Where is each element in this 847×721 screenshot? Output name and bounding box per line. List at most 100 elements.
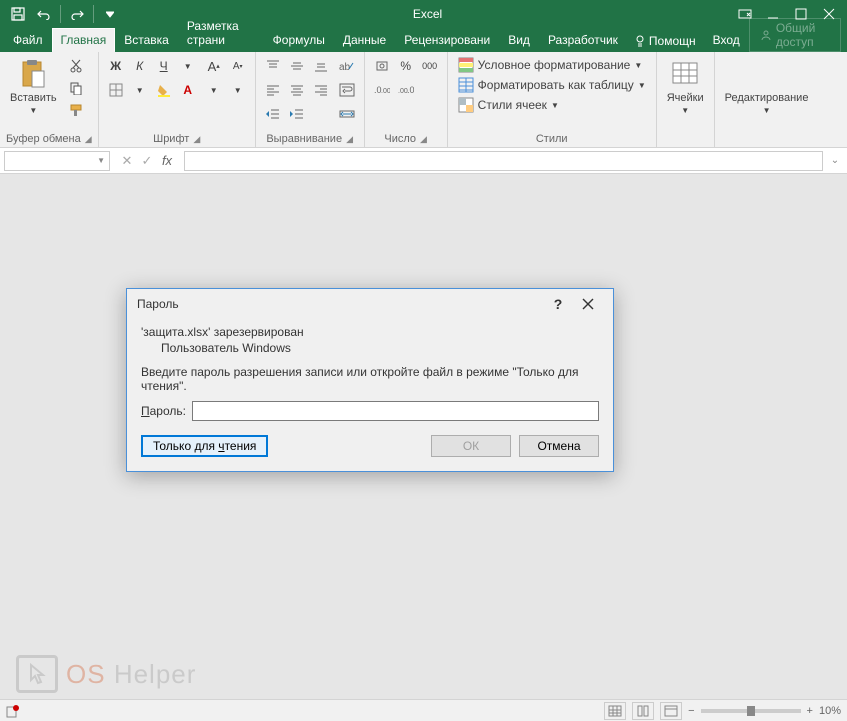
insert-function-button[interactable]: fx: [158, 153, 176, 169]
decrease-decimal-icon[interactable]: .00.0: [395, 80, 417, 100]
save-icon[interactable]: [6, 2, 30, 26]
watermark-os: OS: [66, 659, 106, 689]
align-center-icon[interactable]: [286, 80, 308, 100]
font-color-icon[interactable]: A: [177, 80, 199, 100]
format-as-table-button[interactable]: Форматировать как таблицу ▼: [454, 76, 650, 94]
record-macro-icon[interactable]: [6, 704, 20, 718]
increase-indent-icon[interactable]: [286, 104, 308, 124]
paste-label: Вставить: [10, 92, 57, 104]
zoom-slider[interactable]: [701, 709, 801, 713]
zoom-out-icon[interactable]: −: [688, 705, 694, 717]
tab-home[interactable]: Главная: [52, 28, 116, 52]
align-top-icon[interactable]: [262, 56, 284, 76]
enter-formula-icon[interactable]: ✓: [138, 153, 156, 169]
merge-icon[interactable]: [336, 104, 358, 124]
cancel-formula-icon[interactable]: ✕: [118, 153, 136, 169]
group-cells: Ячейки ▼: [657, 52, 715, 147]
comma-style-button[interactable]: 000: [419, 56, 441, 76]
chevron-down-icon: ▼: [634, 61, 642, 70]
cells-button[interactable]: Ячейки ▼: [663, 56, 708, 117]
page-layout-view-icon[interactable]: [632, 702, 654, 720]
align-left-icon[interactable]: [262, 80, 284, 100]
group-styles-label: Стили: [536, 133, 568, 145]
increase-font-icon[interactable]: A▴: [203, 56, 225, 76]
help-button[interactable]: ?: [543, 292, 573, 316]
chevron-down-icon[interactable]: ▼: [203, 80, 225, 100]
tab-developer[interactable]: Разработчик: [539, 28, 627, 52]
normal-view-icon[interactable]: [604, 702, 626, 720]
sign-in[interactable]: Вход: [704, 28, 749, 52]
dialog-launcher-icon[interactable]: ◢: [85, 134, 92, 145]
dialog-launcher-icon[interactable]: ◢: [420, 134, 427, 145]
underline-button[interactable]: Ч: [153, 56, 175, 76]
format-painter-icon[interactable]: [65, 100, 87, 120]
table-icon: [458, 77, 474, 93]
close-icon[interactable]: [573, 292, 603, 316]
align-middle-icon[interactable]: [286, 56, 308, 76]
group-styles: Условное форматирование ▼ Форматировать …: [448, 52, 657, 147]
cursor-icon: [16, 655, 58, 693]
zoom-level[interactable]: 10%: [819, 705, 841, 717]
paste-button[interactable]: Вставить ▼: [6, 56, 61, 117]
tab-insert[interactable]: Вставка: [115, 28, 178, 52]
bold-button[interactable]: Ж: [105, 56, 127, 76]
chevron-down-icon[interactable]: ▼: [129, 80, 151, 100]
currency-icon[interactable]: [371, 56, 393, 76]
password-input[interactable]: [192, 401, 599, 421]
redo-icon[interactable]: [65, 2, 89, 26]
align-bottom-icon[interactable]: [310, 56, 332, 76]
password-dialog: Пароль ? 'защита.xlsx' зарезервирован По…: [126, 288, 614, 472]
copy-icon[interactable]: [65, 78, 87, 98]
group-clipboard-label: Буфер обмена: [6, 133, 81, 145]
zoom-in-icon[interactable]: +: [807, 705, 813, 717]
chevron-down-icon[interactable]: ▼: [177, 56, 199, 76]
name-box[interactable]: ▼: [4, 151, 110, 171]
cell-styles-label: Стили ячеек: [478, 98, 547, 112]
cell-styles-button[interactable]: Стили ячеек ▼: [454, 96, 650, 114]
conditional-formatting-label: Условное форматирование: [478, 58, 631, 72]
ribbon: Вставить ▼ Буфер обмена ◢ Ж К Ч ▼: [0, 52, 847, 148]
tab-review[interactable]: Рецензировани: [395, 28, 499, 52]
qat-dropdown-icon[interactable]: [98, 2, 122, 26]
wrap-text-icon[interactable]: [336, 80, 358, 100]
chevron-down-icon: ▼: [551, 101, 559, 110]
tell-me-label: Помощн: [649, 34, 696, 48]
tab-formulas[interactable]: Формулы: [264, 28, 334, 52]
percent-button[interactable]: %: [395, 56, 417, 76]
borders-icon[interactable]: [105, 80, 127, 100]
formula-input[interactable]: [184, 151, 823, 171]
status-bar: − + 10%: [0, 699, 847, 721]
editing-button[interactable]: Редактирование ▼: [721, 56, 813, 117]
decrease-indent-icon[interactable]: [262, 104, 284, 124]
ok-button[interactable]: ОК: [431, 435, 511, 457]
cancel-button[interactable]: Отмена: [519, 435, 599, 457]
orientation-icon[interactable]: ab: [336, 56, 358, 76]
chevron-down-icon: ▼: [29, 106, 37, 115]
tab-page-layout[interactable]: Разметка страни: [178, 14, 264, 52]
group-number: % 000 .0.00 .00.0 Число◢: [365, 52, 448, 147]
conditional-formatting-button[interactable]: Условное форматирование ▼: [454, 56, 650, 74]
tab-file[interactable]: Файл: [4, 28, 52, 52]
italic-button[interactable]: К: [129, 56, 151, 76]
cut-icon[interactable]: [65, 56, 87, 76]
fill-color-icon[interactable]: [153, 80, 175, 100]
dialog-reserved-text: 'защита.xlsx' зарезервирован: [141, 325, 599, 339]
page-break-view-icon[interactable]: [660, 702, 682, 720]
tell-me[interactable]: Помощн: [627, 30, 704, 52]
align-right-icon[interactable]: [310, 80, 332, 100]
share-button[interactable]: Общий доступ: [749, 18, 841, 52]
read-only-button[interactable]: Только для чтения: [141, 435, 268, 457]
group-editing: Редактирование ▼: [715, 52, 819, 147]
expand-formula-bar-icon[interactable]: ⌄: [827, 155, 843, 166]
tab-view[interactable]: Вид: [499, 28, 539, 52]
separator: [93, 5, 94, 23]
tab-data[interactable]: Данные: [334, 28, 395, 52]
undo-icon[interactable]: [32, 2, 56, 26]
increase-decimal-icon[interactable]: .0.00: [371, 80, 393, 100]
dialog-title: Пароль: [137, 297, 179, 311]
dialog-launcher-icon[interactable]: ◢: [193, 134, 200, 145]
password-label: Пароль:: [141, 404, 186, 418]
dialog-launcher-icon[interactable]: ◢: [346, 134, 353, 145]
chevron-down-icon[interactable]: ▼: [227, 80, 249, 100]
decrease-font-icon[interactable]: A▾: [227, 56, 249, 76]
